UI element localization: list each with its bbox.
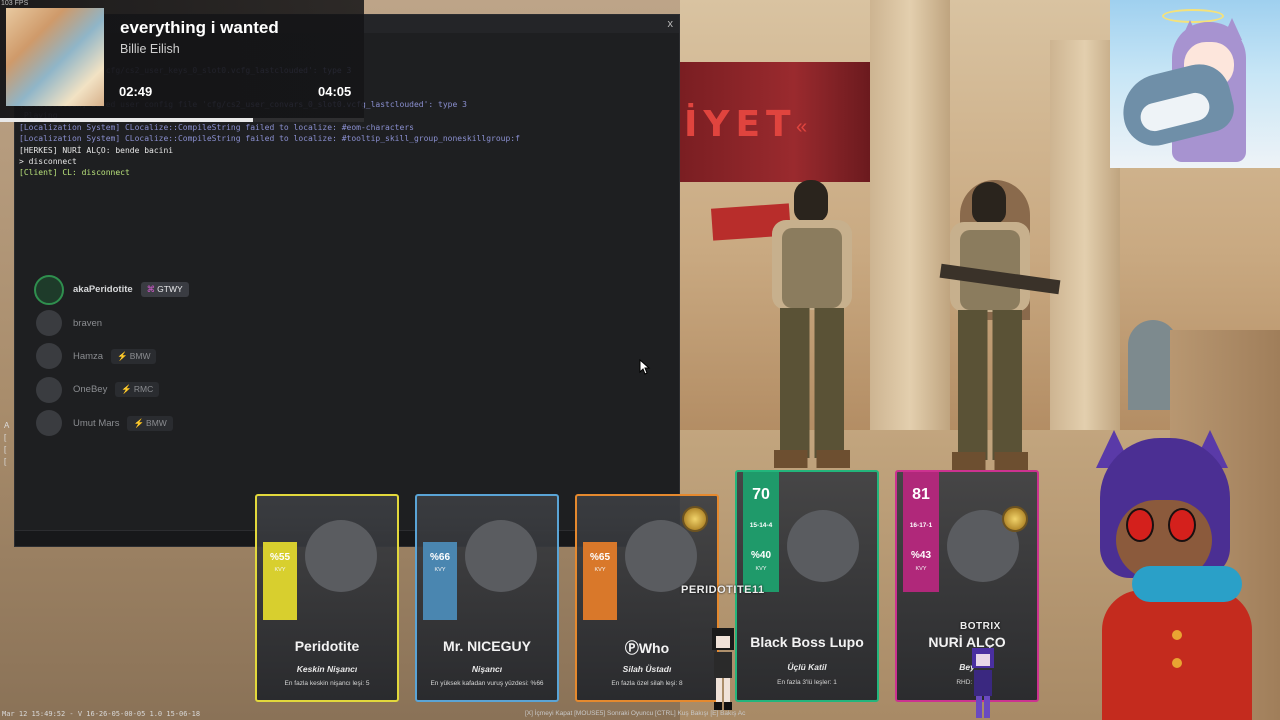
- player-name: Peridotite: [294, 638, 360, 654]
- rank-score: 70: [752, 486, 770, 503]
- vtuber-avatar: [1092, 430, 1262, 720]
- spectator-hints: [X] İçmeyi Kapat [MOUSE5] Sonraki Oyuncu…: [525, 710, 746, 717]
- console-line: [Localization System] CLocalize::Compile…: [19, 134, 520, 144]
- voice-user: Umut Mars ⚡ BMW: [33, 407, 189, 440]
- song-progress-fill: [0, 118, 253, 122]
- rank-score: 81: [912, 486, 930, 503]
- bolt-icon: ⚡: [133, 417, 145, 428]
- award-detail: En yüksek kafadan vuruş yüzdesi: %66: [430, 680, 544, 687]
- controller-icon: ⌘: [146, 284, 156, 295]
- voice-user-tag-label: BMW: [129, 350, 151, 361]
- webcam-overlay: [1110, 0, 1280, 168]
- time-total: 04:05: [318, 84, 352, 99]
- edge-glyphs: A [ [ [: [4, 420, 9, 468]
- award-detail: En fazla özel silah leşi: 8: [611, 680, 683, 687]
- time-elapsed: 02:49: [119, 84, 153, 99]
- player-name: Black Boss Lupo: [750, 634, 864, 650]
- soldier-model: [752, 180, 872, 480]
- song-title: everything i wanted: [120, 18, 279, 37]
- headshot-pct: %40: [750, 550, 771, 561]
- award-detail: En fazla 3'lü leşler: 1: [777, 679, 837, 686]
- stat-abbrev: KVY: [755, 566, 767, 572]
- kda-record: 16-17-1: [909, 522, 933, 529]
- bolt-icon: ⚡: [117, 350, 128, 361]
- avatar: [36, 343, 62, 370]
- player-card: %66 KVY Mr. NICEGUY Nişancı En yüksek kafada…: [415, 494, 559, 702]
- voice-user: braven: [33, 306, 189, 339]
- avatar: [305, 520, 377, 592]
- headshot-pct: %66: [429, 552, 450, 563]
- kda-record: 15-14-4: [749, 522, 773, 529]
- album-art: [6, 8, 104, 106]
- voice-user-name: OneBey: [73, 384, 108, 396]
- voice-user-name: akaPeridotite: [73, 284, 133, 296]
- headshot-pct: %55: [269, 552, 290, 563]
- pixel-character: [712, 628, 734, 710]
- player-name: Mr. NICEGUY: [443, 638, 531, 654]
- console-line: [HERKES] NURİ ALÇO: bende bacini: [19, 145, 174, 155]
- avatar: [36, 310, 62, 337]
- award-detail: En fazla keskin nişancı leşi: 5: [284, 680, 370, 687]
- scene-banner-arrow: «: [796, 116, 808, 138]
- player-award: Keskin Nişancı: [296, 664, 358, 674]
- build-info: Mar 12 15:49:52 - V 16-26-05-00-05 1.0 1…: [2, 710, 201, 718]
- headshot-pct: %43: [910, 550, 931, 561]
- console-line: > disconnect: [19, 157, 77, 167]
- player-award: Üçlü Katil: [787, 662, 827, 672]
- stat-abbrev: KVY: [594, 567, 606, 573]
- headshot-pct: %65: [589, 552, 610, 563]
- console-line: [Client] CL: disconnect: [19, 168, 130, 178]
- close-icon[interactable]: x: [668, 18, 674, 30]
- fps-counter: 103 FPS: [1, 0, 29, 7]
- console-line: [Localization System] CLocalize::Compile…: [19, 122, 414, 132]
- voice-user: OneBey ⚡ RMC: [33, 373, 189, 406]
- stat-abbrev: KVY: [274, 567, 286, 573]
- player-award: Nişancı: [471, 664, 503, 674]
- avatar: [787, 510, 859, 582]
- medal-icon: [1002, 506, 1028, 532]
- voice-overlay: akaPeridotite ⌘ GTWY braven Hamza ⚡ BMW OneBey ⚡…: [33, 273, 189, 440]
- voice-user-tag: ⚡ BMW: [111, 348, 157, 364]
- voice-user-name: Hamza: [73, 350, 104, 362]
- voice-user-name: braven: [73, 317, 103, 329]
- voice-user-tag: ⌘ GTWY: [140, 282, 189, 298]
- bolt-icon: ⚡: [121, 384, 132, 395]
- voice-user: Hamza ⚡ BMW: [33, 340, 189, 373]
- soldier-model: [930, 182, 1061, 482]
- voice-user-tag-label: BMW: [146, 417, 167, 428]
- voice-user-tag-label: RMC: [133, 384, 154, 395]
- scene-banner-text: İYET: [684, 104, 797, 145]
- player-name: ⓅWho: [624, 640, 670, 656]
- song-artist: Billie Eilish: [120, 42, 180, 56]
- avatar: [36, 410, 62, 437]
- voice-user-tag: ⚡ BMW: [127, 415, 173, 431]
- status-bar: Mar 12 15:49:52 - V 16-26-05-00-05 1.0 1…: [0, 708, 1280, 720]
- avatar: [465, 520, 537, 592]
- avatar: [36, 376, 62, 403]
- overhead-name: PERIDOTITE11: [681, 584, 765, 596]
- stat-abbrev: KVY: [434, 567, 446, 573]
- voice-user-tag: ⚡ RMC: [115, 382, 160, 398]
- avatar: [34, 274, 64, 305]
- voice-user: akaPeridotite ⌘ GTWY: [33, 273, 189, 306]
- voice-user-tag-label: GTWY: [157, 284, 183, 295]
- stat-abbrev: KVY: [915, 566, 927, 572]
- avatar: [625, 520, 697, 592]
- now-playing-widget: everything i wanted Billie Eilish 02:49 …: [0, 0, 364, 122]
- mouse-cursor-icon: [639, 359, 651, 375]
- voice-user-name: Umut Mars: [73, 417, 120, 429]
- player-card: %55 KVY Peridotite Keskin Nişancı En fazla k…: [255, 494, 399, 702]
- medal-icon: [682, 506, 708, 532]
- edge-glyphs-text: A [ [ [: [4, 421, 10, 466]
- overhead-name: BOTRIX: [960, 621, 1001, 632]
- song-progress: [0, 118, 364, 122]
- player-award: Silah Üstadı: [622, 664, 672, 674]
